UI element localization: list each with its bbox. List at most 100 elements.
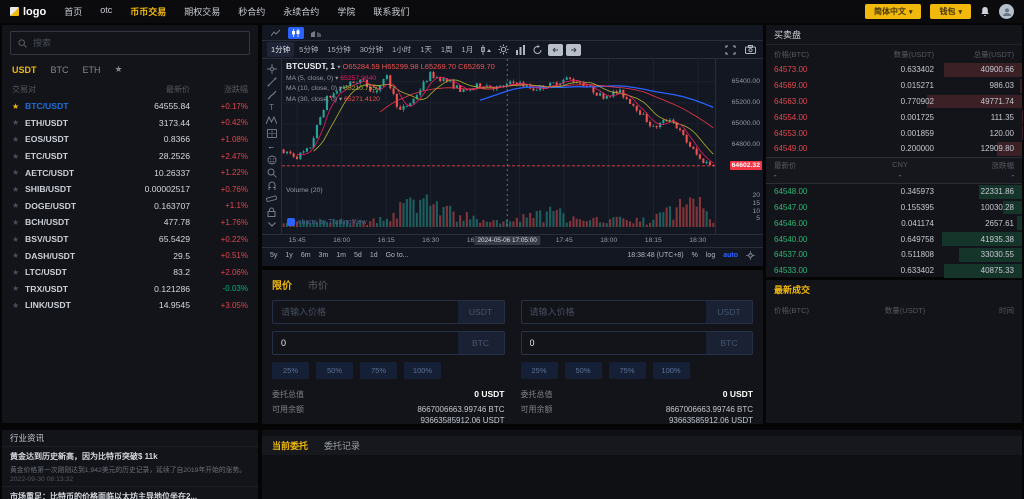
camera-snapshot-icon[interactable] bbox=[742, 43, 758, 57]
sell-price-input[interactable] bbox=[522, 301, 707, 323]
pair-row[interactable]: ★TRX/USDT0.121286-0.03% bbox=[2, 281, 258, 298]
price-axis[interactable]: 65400.0065200.0065000.0064800.0064600.00… bbox=[715, 59, 763, 234]
percent-button[interactable]: 50% bbox=[565, 362, 602, 379]
text-tool-icon[interactable]: T bbox=[262, 101, 281, 114]
nav-item-6[interactable]: 学院 bbox=[337, 5, 355, 18]
axis-settings-gear-icon[interactable] bbox=[746, 251, 755, 260]
interval-button[interactable]: 5分钟 bbox=[295, 42, 322, 57]
bid-row[interactable]: 64548.000.34597322331.86 bbox=[766, 184, 1022, 200]
favorite-star-icon[interactable]: ★ bbox=[12, 135, 25, 144]
favorite-star-icon[interactable]: ★ bbox=[12, 185, 25, 194]
trendline-tool-icon[interactable] bbox=[262, 75, 281, 88]
favorite-star-icon[interactable]: ★ bbox=[12, 118, 25, 127]
fullscreen-icon[interactable] bbox=[722, 43, 738, 57]
interval-button[interactable]: 1小时 bbox=[388, 42, 415, 57]
bid-row[interactable]: 64533.000.63340240875.33 bbox=[766, 263, 1022, 279]
sell-amount-input[interactable] bbox=[522, 332, 707, 354]
interval-button[interactable]: 1周 bbox=[437, 42, 457, 57]
percent-button[interactable]: 25% bbox=[521, 362, 558, 379]
log-scale-button[interactable]: log bbox=[706, 252, 715, 259]
percent-scale-button[interactable]: % bbox=[692, 252, 698, 259]
interval-button[interactable]: 1天 bbox=[416, 42, 436, 57]
percent-button[interactable]: 100% bbox=[404, 362, 441, 379]
ask-row[interactable]: 64553.000.001859120.00 bbox=[766, 125, 1022, 141]
pair-row[interactable]: ★DASH/USDT29.5+0.51% bbox=[2, 247, 258, 264]
percent-button[interactable]: 75% bbox=[360, 362, 397, 379]
range-button[interactable]: 5d bbox=[354, 252, 362, 259]
pair-row[interactable]: ★ETC/USDT28.2526+2.47% bbox=[2, 148, 258, 165]
favorite-star-icon[interactable]: ★ bbox=[12, 301, 25, 310]
nav-item-7[interactable]: 联系我们 bbox=[373, 5, 409, 18]
avatar[interactable] bbox=[999, 4, 1014, 19]
nav-item-1[interactable]: otc bbox=[100, 5, 112, 18]
buy-price-input[interactable] bbox=[273, 301, 458, 323]
range-button[interactable]: 1m bbox=[336, 252, 346, 259]
percent-button[interactable]: 50% bbox=[316, 362, 353, 379]
favorite-star-icon[interactable]: ★ bbox=[12, 152, 25, 161]
interval-button[interactable]: 30分钟 bbox=[356, 42, 387, 57]
buy-amount-input[interactable] bbox=[273, 332, 458, 354]
bid-row[interactable]: 64537.000.51180833030.55 bbox=[766, 247, 1022, 263]
market-tab-★[interactable]: ★ bbox=[115, 64, 123, 75]
nav-item-2[interactable]: 币币交易 bbox=[130, 5, 166, 18]
crosshair-tool-icon[interactable] bbox=[262, 62, 281, 75]
redo-button[interactable] bbox=[566, 44, 581, 56]
magnet-tool-icon[interactable] bbox=[262, 179, 281, 192]
ask-row[interactable]: 64569.000.015271986.03 bbox=[766, 78, 1022, 94]
interval-button[interactable]: 1月 bbox=[458, 42, 478, 57]
collapse-toolbar-chevron-icon[interactable] bbox=[262, 218, 281, 231]
settings-gear-icon[interactable] bbox=[495, 43, 511, 57]
favorite-star-icon[interactable]: ★ bbox=[12, 102, 25, 111]
pair-row[interactable]: ★EOS/USDT0.8366+1.08% bbox=[2, 131, 258, 148]
pair-row[interactable]: ★LTC/USDT83.2+2.06% bbox=[2, 264, 258, 281]
tab-market-order[interactable]: 市价 bbox=[308, 277, 328, 292]
brush-tool-icon[interactable] bbox=[262, 88, 281, 101]
measure-tool-icon[interactable] bbox=[262, 192, 281, 205]
price-chart[interactable] bbox=[282, 59, 715, 234]
time-axis[interactable]: 15:4516:0016:1516:3016:4517:3017:4518:00… bbox=[262, 234, 763, 247]
arrow-tool-icon[interactable]: ← bbox=[262, 140, 281, 153]
favorite-star-icon[interactable]: ★ bbox=[12, 218, 25, 227]
forecast-tool-icon[interactable] bbox=[262, 127, 281, 140]
ask-row[interactable]: 64563.000.77090249771.74 bbox=[766, 94, 1022, 110]
candle-chart-tab[interactable] bbox=[288, 27, 304, 39]
range-button[interactable]: 6m bbox=[301, 252, 311, 259]
line-chart-tab[interactable] bbox=[268, 27, 284, 39]
pair-row[interactable]: ★BTC/USDT64555.84+0.17% bbox=[2, 98, 258, 115]
plot-area[interactable]: BTCUSDT, 1 ▾ O65284.59 H65299.98 L65269.… bbox=[282, 59, 715, 234]
undo-button[interactable] bbox=[548, 44, 563, 56]
percent-button[interactable]: 25% bbox=[272, 362, 309, 379]
pair-row[interactable]: ★BCH/USDT477.78+1.76% bbox=[2, 214, 258, 231]
pair-row[interactable]: ★AETC/USDT10.26337+1.22% bbox=[2, 164, 258, 181]
range-button[interactable]: 3m bbox=[319, 252, 329, 259]
tab-limit-order[interactable]: 限价 bbox=[272, 277, 292, 292]
pair-row[interactable]: ★SHIB/USDT0.00002517+0.76% bbox=[2, 181, 258, 198]
tab-current-orders[interactable]: 当前委托 bbox=[272, 439, 308, 452]
ask-row[interactable]: 64554.000.001725111.35 bbox=[766, 109, 1022, 125]
interval-button[interactable]: 15分钟 bbox=[323, 42, 354, 57]
favorite-star-icon[interactable]: ★ bbox=[12, 201, 25, 210]
lock-tool-icon[interactable] bbox=[262, 205, 281, 218]
chart-style-icon[interactable] bbox=[478, 43, 494, 57]
pattern-tool-icon[interactable] bbox=[262, 114, 281, 127]
range-button[interactable]: 1y bbox=[285, 252, 292, 259]
pair-row[interactable]: ★BSV/USDT65.5429+0.22% bbox=[2, 231, 258, 248]
favorite-star-icon[interactable]: ★ bbox=[12, 284, 25, 293]
favorite-star-icon[interactable]: ★ bbox=[12, 251, 25, 260]
auto-scale-button[interactable]: auto bbox=[723, 252, 738, 259]
range-button[interactable]: 5y bbox=[270, 252, 277, 259]
depth-chart-tab[interactable] bbox=[308, 27, 324, 39]
range-button[interactable]: 1d bbox=[370, 252, 378, 259]
emoji-tool-icon[interactable] bbox=[262, 153, 281, 166]
ask-row[interactable]: 64573.000.63340240900.66 bbox=[766, 62, 1022, 78]
market-tab-BTC[interactable]: BTC bbox=[51, 65, 69, 75]
interval-button[interactable]: 1分钟 bbox=[267, 42, 294, 57]
wallet-button[interactable]: 钱包▾ bbox=[930, 4, 971, 19]
compare-refresh-icon[interactable] bbox=[529, 43, 545, 57]
logo[interactable]: logo bbox=[10, 6, 46, 18]
zoom-tool-icon[interactable] bbox=[262, 166, 281, 179]
language-button[interactable]: 简体中文▾ bbox=[865, 4, 922, 19]
bid-row[interactable]: 64540.000.64975841935.38 bbox=[766, 231, 1022, 247]
market-tab-ETH[interactable]: ETH bbox=[83, 65, 101, 75]
percent-button[interactable]: 100% bbox=[653, 362, 690, 379]
